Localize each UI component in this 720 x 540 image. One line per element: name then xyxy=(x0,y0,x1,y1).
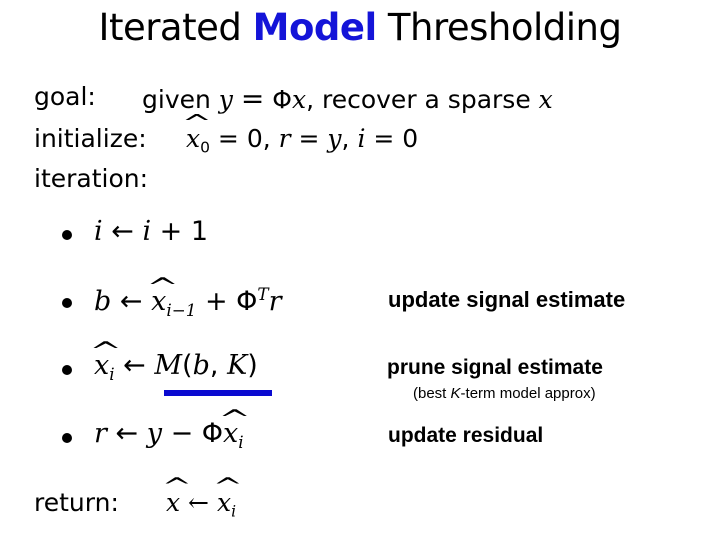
init-eq1: = 0, xyxy=(209,124,279,153)
title-highlight: Model xyxy=(252,6,378,49)
goal-phi: Φ xyxy=(272,85,292,114)
return-xi: x xyxy=(216,488,232,517)
goal-eq: = xyxy=(240,82,265,115)
iteration-label: iteration: xyxy=(34,164,149,193)
goal-x: x xyxy=(291,85,307,114)
step2-phi: Φ xyxy=(236,286,258,318)
return-x-hat: x xyxy=(166,488,180,517)
bullet-icon xyxy=(62,230,72,240)
step-residual-update: r ← y − Φxi xyxy=(94,418,244,452)
step4-sub: i xyxy=(238,431,244,452)
step3-model-operator: M xyxy=(154,350,183,381)
annotation-update-residual: update residual xyxy=(388,424,544,447)
step4-x-hat: x xyxy=(223,418,238,449)
model-underline xyxy=(164,390,272,396)
step2-b: b xyxy=(94,286,112,318)
step2-arrow: ← xyxy=(111,286,152,318)
slide: Iterated Model Thresholding goal: given … xyxy=(0,0,720,540)
return-x-hat-i: x xyxy=(217,488,231,517)
initialize-label: initialize: xyxy=(34,124,147,153)
step1-i2: i xyxy=(142,216,152,247)
x-hat-0: x xyxy=(186,124,200,153)
bullet-icon xyxy=(62,298,72,308)
prune-note-open: (best xyxy=(413,385,451,402)
step2-x-hat: x xyxy=(151,286,166,317)
step-signal-update: b ← xi−1 + ΦTr xyxy=(94,284,282,320)
prune-note-rest: -term model approx) xyxy=(460,385,596,402)
step4-minus: − xyxy=(161,418,202,449)
annotation-prune-note: (best K-term model approx) xyxy=(413,385,596,402)
init-y: y xyxy=(327,124,342,153)
annotation-update-signal: update signal estimate xyxy=(388,287,626,312)
return-label: return: xyxy=(34,488,119,517)
goal-sparse-x: x xyxy=(538,85,553,114)
slide-title: Iterated Model Thresholding xyxy=(0,6,720,49)
step3-comma: , xyxy=(209,350,228,381)
step1-arrow: ← xyxy=(102,216,143,247)
goal-recover-text: , recover a sparse xyxy=(306,85,531,114)
step-prune: xi ← M(b, K) xyxy=(94,350,258,384)
init-r: r xyxy=(278,124,291,153)
title-text-before: Iterated xyxy=(98,6,253,49)
bullet-icon xyxy=(62,433,72,443)
return-sub: i xyxy=(231,502,237,521)
step4-r: r xyxy=(94,418,107,449)
return-x: x xyxy=(166,488,181,517)
step3-open-paren: ( xyxy=(182,350,193,381)
step1-plus-one: + 1 xyxy=(151,216,209,247)
annotation-prune-signal: prune signal estimate xyxy=(387,356,603,379)
step2-sup: T xyxy=(257,284,269,304)
step-increment: i ← i + 1 xyxy=(94,216,208,247)
goal-label: goal: xyxy=(34,82,96,111)
step4-y: y xyxy=(146,418,162,449)
step2-plus: + xyxy=(196,286,237,318)
goal-y: y xyxy=(218,85,233,114)
step4-arrow: ← xyxy=(106,418,147,449)
step2-r: r xyxy=(268,286,282,318)
prune-note-K: K xyxy=(450,385,461,402)
title-text-after: Thresholding xyxy=(376,6,622,49)
init-comma: , xyxy=(341,124,358,153)
step1-i: i xyxy=(94,216,103,247)
step3-x-hat: x xyxy=(94,350,109,381)
step2-x: x xyxy=(151,286,167,318)
step3-x: x xyxy=(94,350,110,381)
step3-K: K xyxy=(227,350,248,381)
x-sub-0: 0 xyxy=(200,138,210,157)
step3-close-paren: ) xyxy=(247,350,258,381)
init-eq2: = xyxy=(290,124,328,153)
initialize-expr: x0 = 0, r = y, i = 0 xyxy=(186,124,418,156)
return-expr: x ← xi xyxy=(166,488,236,520)
init-eq3: = 0 xyxy=(365,124,419,153)
bullet-icon xyxy=(62,365,72,375)
step2-sub: i−1 xyxy=(166,299,197,320)
x-var: x xyxy=(186,124,201,153)
step4-x: x xyxy=(223,418,239,449)
step3-b: b xyxy=(192,350,210,381)
